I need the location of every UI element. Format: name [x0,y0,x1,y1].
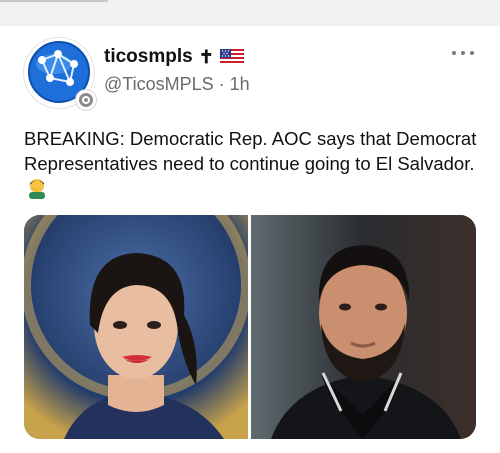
dot [461,51,465,55]
handle-row: @TicosMPLS · 1h [104,74,250,95]
dot [452,51,456,55]
dot [470,51,474,55]
us-flag-icon [219,49,244,65]
handle[interactable]: @TicosMPLS [104,74,214,94]
verified-badge-icon [76,90,96,110]
timestamp[interactable]: 1h [230,74,250,94]
photo-man-portrait[interactable] [251,215,476,439]
display-name[interactable]: ticosmpls [104,46,193,68]
photo-woman-portrait[interactable] [24,215,248,439]
more-options-icon[interactable] [452,46,474,60]
post-text: BREAKING: Democratic Rep. AOC says that … [24,126,484,205]
previous-post-divider [0,0,500,26]
separator-dot: · [218,74,225,94]
divider-line [0,0,108,2]
media-gallery[interactable] [24,215,476,439]
man-facepalming-emoji [26,177,48,205]
cross-icon: ✝ [198,47,214,67]
author-name-row[interactable]: ticosmpls ✝ [104,44,244,70]
avatar[interactable] [24,38,96,110]
post-body: BREAKING: Democratic Rep. AOC says that … [24,128,477,174]
